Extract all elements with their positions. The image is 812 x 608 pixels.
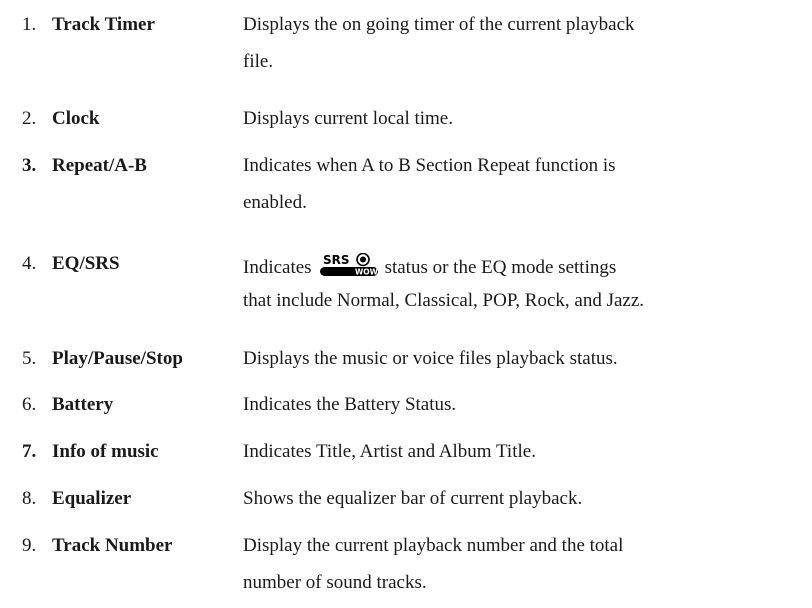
item-number: 5.: [22, 348, 37, 369]
description-line-1: Displays the on going timer of the curre…: [243, 14, 635, 35]
list-item-repeat-ab: 3. Repeat/A-B Indicates when A to B Sect…: [0, 155, 812, 215]
item-number: 9.: [22, 535, 37, 556]
item-description: Indicates when A to B Section Repeat fun…: [243, 155, 803, 213]
item-term: Track Number: [52, 535, 173, 556]
wow-logo-text: WOW: [355, 268, 379, 277]
description-line-1: Shows the equalizer bar of current playb…: [243, 488, 583, 509]
list-item-track-timer: 1. Track Timer Displays the on going tim…: [0, 14, 812, 74]
item-number: 4.: [22, 253, 37, 274]
description-line-1: Displays current local time.: [243, 108, 453, 129]
item-description: Displays the on going timer of the curre…: [243, 14, 803, 72]
description-line-1: Display the current playback number and …: [243, 535, 624, 556]
description-line-2: enabled.: [243, 192, 307, 213]
item-term: Track Timer: [52, 14, 155, 35]
description-line-1-start: Indicates: [243, 257, 312, 278]
item-description: Indicates Title, Artist and Album Title.: [243, 441, 803, 463]
srs-wow-logo-icon: SRS WOW: [319, 252, 379, 277]
item-description: Displays current local time.: [243, 108, 803, 130]
item-number: 2.: [22, 108, 37, 129]
description-line-2: file.: [243, 51, 274, 72]
item-term: Clock: [52, 108, 100, 129]
srs-logo-text: SRS: [323, 253, 350, 267]
list-item-track-number: 9. Track Number Display the current play…: [0, 535, 812, 595]
item-term: EQ/SRS: [52, 253, 120, 274]
item-term: Equalizer: [52, 488, 132, 509]
description-line-1: Indicates when A to B Section Repeat fun…: [243, 155, 616, 176]
description-line-1: Indicates Title, Artist and Album Title.: [243, 441, 536, 462]
list-item-eq-srs: 4. EQ/SRS Indicates SRS WOW status or th…: [0, 252, 812, 313]
item-number: 1.: [22, 14, 37, 35]
description-line-2: that include Normal, Classical, POP, Roc…: [243, 290, 645, 311]
item-description: Display the current playback number and …: [243, 535, 803, 593]
item-number: 6.: [22, 394, 37, 415]
item-description: Shows the equalizer bar of current playb…: [243, 488, 803, 510]
item-number: 8.: [22, 488, 37, 509]
item-number: 3.: [22, 155, 37, 176]
description-line-2: number of sound tracks.: [243, 572, 427, 593]
item-term: Info of music: [52, 441, 159, 462]
item-number: 7.: [22, 441, 37, 462]
description-line-1: Indicates the Battery Status.: [243, 394, 457, 415]
item-term: Play/Pause/Stop: [52, 348, 183, 369]
item-description: Indicates the Battery Status.: [243, 394, 803, 416]
item-description: Displays the music or voice files playba…: [243, 348, 803, 370]
description-line-1-end: status or the EQ mode settings: [384, 257, 617, 278]
item-term: Repeat/A-B: [52, 155, 147, 176]
description-line-1: Displays the music or voice files playba…: [243, 348, 618, 369]
item-term: Battery: [52, 394, 114, 415]
item-description: Indicates SRS WOW status or the EQ mode …: [243, 252, 803, 311]
